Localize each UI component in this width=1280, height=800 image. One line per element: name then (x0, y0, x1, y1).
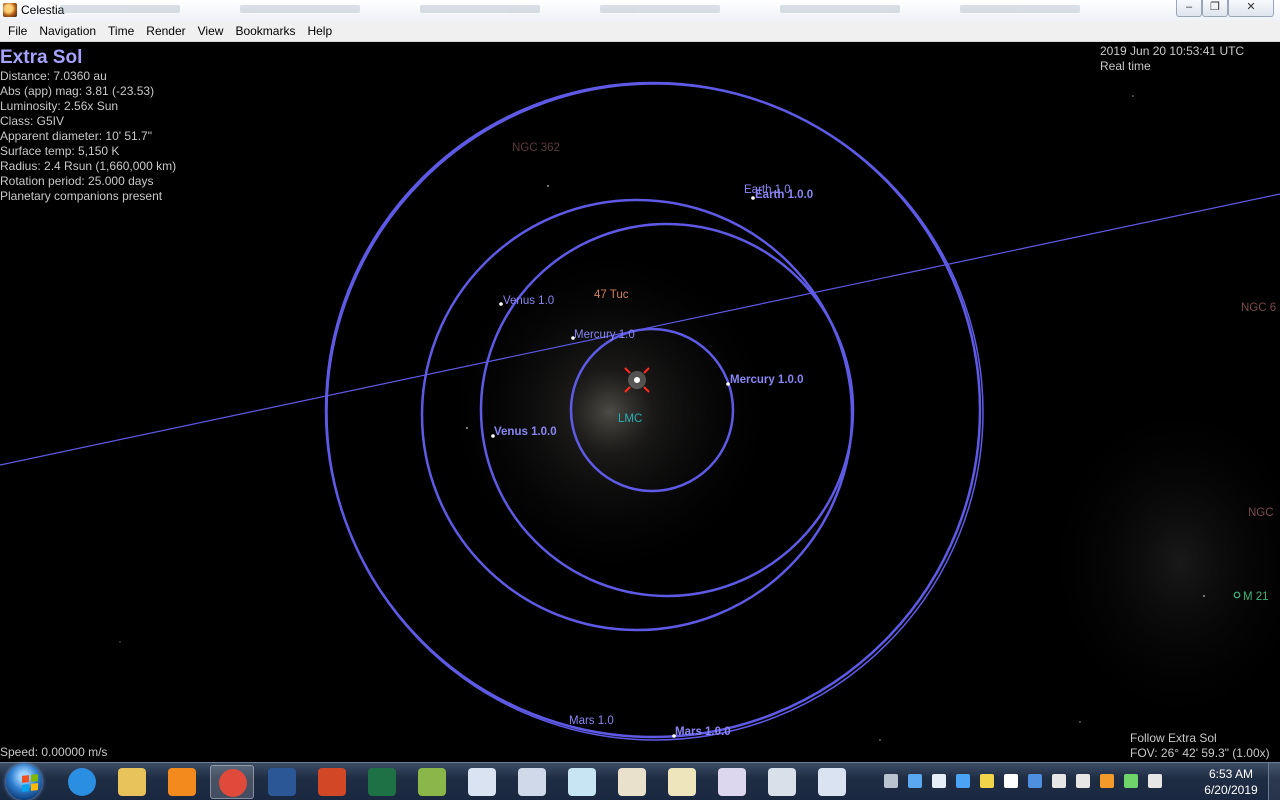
menu-time[interactable]: Time (102, 21, 140, 42)
label-venus-b[interactable]: Venus 1.0.0 (494, 426, 557, 439)
document-icon-4 (618, 768, 646, 796)
menu-render[interactable]: Render (140, 21, 191, 42)
internet-explorer-taskbar-button[interactable] (60, 765, 104, 799)
media-player-icon (168, 768, 196, 796)
flag-icon[interactable] (1004, 774, 1018, 788)
menu-help[interactable]: Help (301, 21, 338, 42)
label-mercury-b[interactable]: Mercury 1.0.0 (730, 374, 804, 387)
file-explorer-icon (118, 768, 146, 796)
info-luminosity: Luminosity: 2.56x Sun (0, 99, 119, 113)
speed-readout: Speed: 0.00000 m/s (0, 745, 108, 759)
fov-readout: FOV: 26° 42' 59.3" (1.00x) (1130, 746, 1270, 760)
file-explorer-taskbar-button[interactable] (110, 765, 154, 799)
chrome-icon (219, 769, 247, 797)
title-bar: Celestia – ❐ ✕ (0, 0, 1280, 22)
close-button[interactable]: ✕ (1228, 0, 1274, 17)
background-tabs (60, 5, 1160, 17)
menu-navigation[interactable]: Navigation (33, 21, 102, 42)
word-document-2-taskbar-button[interactable] (810, 765, 854, 799)
menu-bar: File Navigation Time Render View Bookmar… (0, 21, 1280, 42)
time-mode: Real time (1100, 59, 1151, 73)
signal-icon[interactable] (1076, 774, 1090, 788)
selected-object-info: Distance: 7.0360 au Abs (app) mag: 3.81 … (0, 69, 176, 204)
clock-date: 6/20/2019 (1204, 783, 1258, 797)
document-5-taskbar-button[interactable] (660, 765, 704, 799)
show-desktop-button[interactable] (1268, 763, 1280, 800)
volume-icon[interactable] (1052, 774, 1066, 788)
word-icon (268, 768, 296, 796)
word-document-icon (468, 768, 496, 796)
celestia-app-icon[interactable] (3, 3, 17, 17)
window-title: Celestia (21, 3, 65, 17)
document-2-taskbar-button[interactable] (510, 765, 554, 799)
label-venus[interactable]: Venus 1.0 (503, 295, 554, 308)
info-magnitude: Abs (app) mag: 3.81 (-23.53) (0, 84, 155, 98)
menu-bookmarks[interactable]: Bookmarks (229, 21, 301, 42)
info-companions: Planetary companions present (0, 189, 163, 203)
label-mars-b[interactable]: Mars 1.0.0 (675, 726, 731, 739)
label-lmc[interactable]: LMC (618, 413, 642, 426)
powerpoint-icon (318, 768, 346, 796)
document-icon-6 (718, 768, 746, 796)
document-icon-2 (518, 768, 546, 796)
update-icon[interactable] (1148, 774, 1162, 788)
taskbar: 6:53 AM 6/20/2019 (0, 762, 1280, 800)
info-radius: Radius: 2.4 Rsun (1,660,000 km) (0, 159, 177, 173)
follow-readout: Follow Extra Sol (1130, 731, 1217, 745)
onedrive-icon[interactable] (908, 774, 922, 788)
label-ngc-362[interactable]: NGC 362 (512, 142, 560, 155)
maximize-button[interactable]: ❐ (1202, 0, 1228, 17)
document-6-taskbar-button[interactable] (710, 765, 754, 799)
info-apparent-diameter: Apparent diameter: 10' 51.7" (0, 129, 152, 143)
word-document-icon-2 (818, 768, 846, 796)
label-47-tuc[interactable]: 47 Tuc (594, 289, 629, 302)
document-icon-3 (568, 768, 596, 796)
internet-explorer-icon (68, 768, 96, 796)
windows-logo-icon (22, 774, 38, 792)
background-haze (1040, 392, 1280, 732)
document-4-taskbar-button[interactable] (610, 765, 654, 799)
sublime-icon[interactable] (1100, 774, 1114, 788)
clock-time: 6:53 AM (1208, 767, 1254, 781)
clock-document-icon (768, 768, 796, 796)
sky-render (0, 81, 1280, 741)
cloud-icon[interactable] (932, 774, 946, 788)
word-taskbar-button[interactable] (260, 765, 304, 799)
info-surface-temp: Surface temp: 5,150 K (0, 144, 120, 158)
security-icon[interactable] (980, 774, 994, 788)
menu-file[interactable]: File (2, 21, 33, 42)
network-adapter-icon[interactable] (1028, 774, 1042, 788)
start-button[interactable] (6, 764, 42, 800)
info-rotation-period: Rotation period: 25.000 days (0, 174, 154, 188)
label-ngc-edge[interactable]: NGC (1248, 507, 1274, 520)
space-viewport[interactable]: Extra Sol Distance: 7.0360 au Abs (app) … (0, 42, 1280, 762)
label-mars[interactable]: Mars 1.0 (569, 715, 614, 728)
publisher-icon (418, 768, 446, 796)
clock-document-taskbar-button[interactable] (760, 765, 804, 799)
taskbar-clock[interactable]: 6:53 AM 6/20/2019 (1196, 766, 1266, 798)
media-player-taskbar-button[interactable] (160, 765, 204, 799)
label-m21[interactable]: M 21 (1243, 591, 1269, 604)
powerpoint-taskbar-button[interactable] (310, 765, 354, 799)
info-distance: Distance: 7.0360 au (0, 69, 107, 83)
label-ngc-6[interactable]: NGC 6 (1241, 302, 1276, 315)
selected-object-name: Extra Sol (0, 47, 83, 68)
label-earth-b[interactable]: Earth 1.0.0 (755, 189, 813, 202)
excel-taskbar-button[interactable] (360, 765, 404, 799)
menu-view[interactable]: View (192, 21, 230, 42)
system-tray (862, 763, 1162, 800)
dropbox-icon[interactable] (956, 774, 970, 788)
document-icon-5 (668, 768, 696, 796)
minimize-button[interactable]: – (1176, 0, 1202, 17)
document-3-taskbar-button[interactable] (560, 765, 604, 799)
simulation-datetime: 2019 Jun 20 10:53:41 UTC (1100, 44, 1245, 58)
excel-icon (368, 768, 396, 796)
word-document-taskbar-button[interactable] (460, 765, 504, 799)
battery-icon[interactable] (1124, 774, 1138, 788)
publisher-taskbar-button[interactable] (410, 765, 454, 799)
label-mercury[interactable]: Mercury 1.0 (574, 329, 635, 342)
chrome-taskbar-button[interactable] (210, 765, 254, 799)
info-class: Class: G5IV (0, 114, 65, 128)
tray-app-icon[interactable] (884, 774, 898, 788)
